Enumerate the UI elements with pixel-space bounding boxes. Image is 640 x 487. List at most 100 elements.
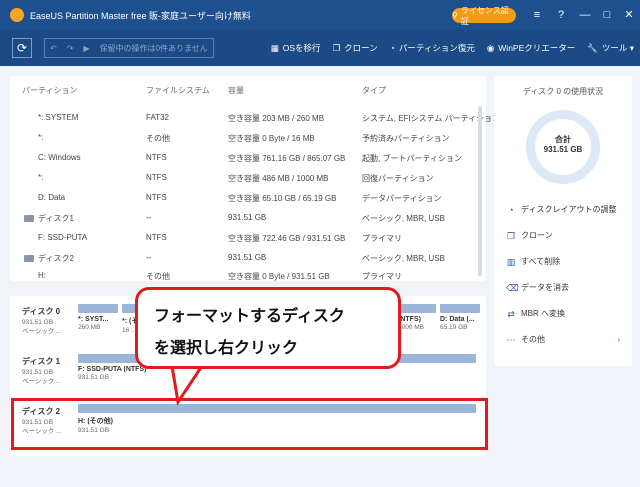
clone-item[interactable]: ❐ クローン bbox=[506, 230, 553, 241]
disk-row-label: ディスク1 bbox=[24, 213, 74, 224]
row-type: プライマリ bbox=[362, 234, 402, 243]
migrate-os-button[interactable]: ▦ OSを移行 bbox=[271, 42, 321, 54]
callout-line-2: を選択し右クリック bbox=[154, 340, 299, 357]
table-row[interactable]: *: SYSTEM FAT32 空き容量 203 MB / 260 MB システ… bbox=[10, 108, 500, 128]
row-fs: その他 bbox=[146, 134, 170, 143]
pending-operations: ↶ ↷ ▶ 保留中の操作は0件ありません bbox=[44, 38, 214, 58]
app-logo-icon bbox=[10, 8, 24, 22]
row-name: ディスク1 bbox=[38, 214, 74, 223]
tools-label: ツール ▾ bbox=[601, 43, 634, 53]
row-type: 起動, ブートパーティション bbox=[362, 154, 462, 163]
table-row-disk[interactable]: ディスク1 -- 931.51 GB ベーシック, MBR, USB bbox=[10, 208, 486, 228]
row-type: ベーシック, MBR, USB bbox=[362, 214, 445, 223]
row-fs: NTFS bbox=[146, 193, 167, 202]
winpe-creator-label: WinPEクリエーター bbox=[498, 43, 576, 53]
partition-bar bbox=[78, 304, 118, 313]
row-name: H: bbox=[38, 271, 46, 280]
row-fs: NTFS bbox=[146, 233, 167, 242]
close-button[interactable]: ✕ bbox=[620, 6, 638, 24]
toolbar: ⟳ ↶ ↷ ▶ 保留中の操作は0件ありません ▦ OSを移行 ❐ クローン ◔ パーテ… bbox=[0, 30, 640, 66]
undo-icon[interactable]: ↶ bbox=[45, 44, 62, 53]
license-button[interactable]: ⚲ ライセンス認証 bbox=[452, 6, 516, 26]
callout-tail bbox=[170, 364, 204, 406]
table-row[interactable]: C: Windows NTFS 空き容量 761.16 GB / 865.07 … bbox=[10, 148, 486, 168]
row-capacity: 空き容量 203 MB / 260 MB bbox=[228, 114, 325, 123]
disk-kind: ベーシック ... bbox=[22, 328, 62, 335]
window-title: EaseUS Partition Master free 販-家庭ユーザー向け無… bbox=[30, 10, 251, 21]
restore-icon: ◔ bbox=[389, 43, 395, 53]
more-item[interactable]: ⋯ その他 › bbox=[506, 334, 621, 345]
erase-icon: ⌫ bbox=[506, 282, 519, 293]
disk-icon bbox=[24, 215, 34, 223]
row-capacity: 空き容量 0 Byte / 16 MB bbox=[228, 134, 315, 143]
help-button[interactable]: ? bbox=[552, 6, 570, 24]
partition-recovery-button[interactable]: ◔ パーティション復元 bbox=[390, 42, 475, 54]
row-type: 予約済みパーティション bbox=[362, 134, 450, 143]
row-fs: -- bbox=[146, 213, 152, 222]
winpe-creator-button[interactable]: ◉ WinPEクリエーター bbox=[487, 42, 575, 54]
table-row[interactable]: D: Data NTFS 空き容量 65.10 GB / 65.19 GB デー… bbox=[10, 188, 486, 208]
partition-size: 260 MB bbox=[78, 324, 101, 331]
partition-table-header: パーティション ファイルシステム 容量 タイプ bbox=[10, 76, 486, 100]
row-name: F: SSD-PUTA bbox=[38, 233, 88, 242]
layout-icon: ◔ bbox=[508, 204, 514, 215]
convert-mbr-item[interactable]: ⇄ MBR へ変換 bbox=[506, 308, 565, 319]
row-name: *: SYSTEM bbox=[38, 113, 79, 122]
table-row[interactable]: H: その他 空き容量 0 Byte / 931.51 GB プライマリ bbox=[10, 266, 486, 286]
convert-mbr-label: MBR へ変換 bbox=[521, 309, 565, 318]
row-capacity: 空き容量 0 Byte / 931.51 GB bbox=[228, 272, 330, 281]
partition-bar bbox=[440, 304, 480, 313]
disk-info: 931.51 GB ベーシック ... bbox=[22, 368, 62, 386]
table-row-disk[interactable]: ディスク2 -- 931.51 GB ベーシック, MBR, USB bbox=[10, 248, 486, 268]
wipe-data-item[interactable]: ⌫ データを消去 bbox=[506, 282, 569, 293]
usage-title: ディスク 0 の使用状況 bbox=[522, 87, 604, 96]
apply-icon[interactable]: ▶ bbox=[78, 44, 94, 53]
row-capacity: 空き容量 65.10 GB / 65.19 GB bbox=[228, 194, 337, 203]
minimize-button[interactable]: — bbox=[576, 6, 594, 24]
clone-icon: ❐ bbox=[506, 230, 516, 241]
adjust-layout-item[interactable]: ◔ ディスクレイアウトの調整 bbox=[506, 204, 616, 215]
row-fs: NTFS bbox=[146, 173, 167, 182]
disk-kind: ベーシック ... bbox=[22, 378, 62, 385]
tools-button[interactable]: 🔧 ツール ▾ bbox=[587, 42, 634, 54]
usage-total: 合計 931.51 GB bbox=[535, 135, 591, 155]
more-label: その他 bbox=[521, 335, 545, 344]
wipe-data-label: データを消去 bbox=[521, 283, 569, 292]
usage-donut: 合計 931.51 GB bbox=[526, 110, 600, 184]
partition-size: 65.19 GB bbox=[440, 324, 468, 331]
partition-recovery-label: パーティション復元 bbox=[398, 43, 475, 53]
row-name: *: bbox=[38, 133, 44, 142]
delete-all-item[interactable]: ▥ すべて削除 bbox=[506, 256, 560, 267]
instruction-callout: フォーマットするディスク を選択し右クリック bbox=[135, 287, 401, 369]
row-fs: -- bbox=[146, 253, 152, 262]
redo-icon[interactable]: ↷ bbox=[62, 44, 79, 53]
highlight-box bbox=[11, 398, 488, 450]
partition-table: パーティション ファイルシステム 容量 タイプ *: SYSTEM FAT32 … bbox=[10, 76, 500, 281]
row-name: *: bbox=[38, 173, 44, 182]
clone-item-label: クローン bbox=[521, 231, 553, 240]
table-row[interactable]: *: その他 空き容量 0 Byte / 16 MB 予約済みパーティション bbox=[10, 128, 486, 148]
row-capacity: 931.51 GB bbox=[228, 253, 267, 262]
clone-button[interactable]: ❐ クローン bbox=[333, 42, 378, 54]
row-capacity: 空き容量 486 MB / 1000 MB bbox=[228, 174, 329, 183]
header-capacity: 容量 bbox=[228, 86, 244, 95]
refresh-button[interactable]: ⟳ bbox=[12, 38, 32, 58]
row-fs: その他 bbox=[146, 272, 170, 281]
table-row[interactable]: F: SSD-PUTA NTFS 空き容量 722.46 GB / 931.51… bbox=[10, 228, 486, 248]
grid-icon: ▦ bbox=[270, 42, 279, 53]
row-type: ベーシック, MBR, USB bbox=[362, 254, 445, 263]
maximize-button[interactable]: □ bbox=[598, 6, 616, 24]
table-row[interactable]: *: NTFS 空き容量 486 MB / 1000 MB 回復パーティション bbox=[10, 168, 486, 188]
winpe-icon: ◉ bbox=[486, 42, 495, 53]
menu-button[interactable]: ≡ bbox=[528, 6, 546, 24]
partition-block[interactable]: *: SYST... 260 MB bbox=[78, 304, 118, 344]
toolbar-actions: ▦ OSを移行 ❐ クローン ◔ パーティション復元 ◉ WinPEクリエーター 🔧 ツー… bbox=[271, 30, 634, 66]
table-scrollbar[interactable] bbox=[478, 106, 482, 276]
partition-name: *: SYST... bbox=[78, 316, 109, 323]
row-type: データパーティション bbox=[362, 194, 442, 203]
app-window: EaseUS Partition Master free 販-家庭ユーザー向け無… bbox=[0, 0, 640, 487]
license-label: ライセンス認証 bbox=[460, 5, 509, 26]
disk-size: 931.51 GB bbox=[22, 319, 54, 326]
partition-block[interactable]: (NTFS) 1000 MB bbox=[398, 304, 436, 344]
partition-block[interactable]: D: Data (... 65.19 GB bbox=[440, 304, 480, 344]
